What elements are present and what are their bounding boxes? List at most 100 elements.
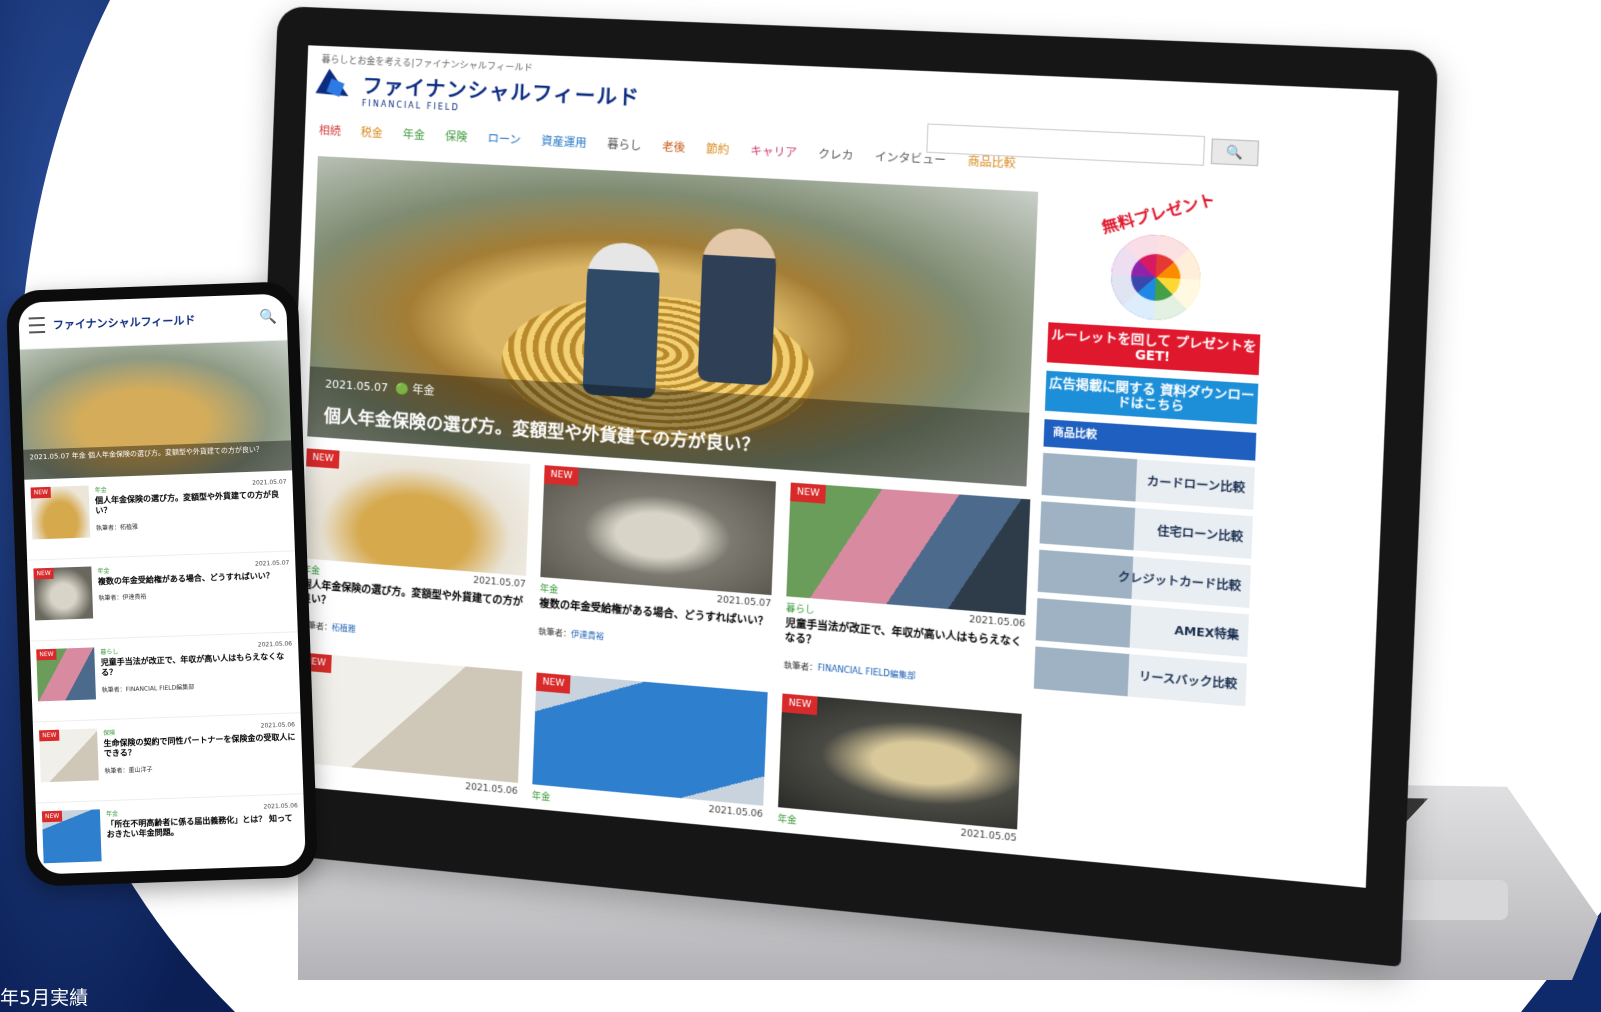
nav-item-living[interactable]: 暮らし xyxy=(607,136,642,154)
article-card-row: NEW 年金 2021.05.07 個人年金保険の選び方。変額型や外貨建ての方が良… xyxy=(299,448,1031,691)
mobile-logo[interactable]: ファイナンシャルフィールド xyxy=(53,310,252,333)
article-category: 年金 xyxy=(539,584,559,596)
article-author: 執筆者：FINANCIAL FIELD編集部 xyxy=(101,683,195,694)
list-item[interactable]: NEW 保険 2021.05.06 生命保険の契約で同性パートナーを保険金の受取人… xyxy=(32,713,304,804)
article-author: 執筆者：柘植雅 xyxy=(299,620,356,634)
article-date: 2021.05.06 xyxy=(708,804,764,821)
article-category: 年金 xyxy=(94,486,107,495)
article-author: 執筆者：FINANCIAL FIELD編集部 xyxy=(783,660,916,681)
phone-mockup: ファイナンシャルフィールド 🔍 2021.05.07 年金 個人年金保険の選び方… xyxy=(5,281,319,887)
article-author: 執筆者：伊達貴裕 xyxy=(538,626,605,641)
article-thumbnail: NEW xyxy=(532,672,768,806)
nav-item-career[interactable]: キャリア xyxy=(750,142,797,161)
search-button[interactable]: 🔍 xyxy=(1210,138,1260,167)
nav-item-interview[interactable]: インタビュー xyxy=(874,148,947,168)
article-thumbnail: NEW xyxy=(540,465,776,596)
article-thumbnail: NEW xyxy=(36,647,96,702)
article-date: 2021.05.06 xyxy=(465,782,518,798)
new-badge: NEW xyxy=(30,486,52,499)
desktop-site-screen: 暮らしとお金を考える|ファイナンシャルフィールド ファイナンシャルフィールド F… xyxy=(280,45,1399,888)
creditcard-compare-button[interactable]: クレジットカード比較 xyxy=(1037,549,1251,609)
article-date: 2021.05.05 xyxy=(960,828,1017,845)
list-item[interactable]: NEW 年金 2021.05.07 複数の年金受給権がある場合、どうすればいい？ … xyxy=(27,551,298,642)
search-icon[interactable]: 🔍 xyxy=(259,309,277,326)
article-category: 年金 xyxy=(531,791,551,804)
new-badge: NEW xyxy=(36,648,57,661)
list-item[interactable]: NEW 年金 2021.05.06 「所在不明高齢者に係る届出義務化」とは？ 知っ… xyxy=(35,794,306,875)
article-date: 2021.05.07 xyxy=(252,478,287,487)
article-date: 2021.05.07 xyxy=(254,559,290,568)
leaseback-compare-button[interactable]: リースバック比較 xyxy=(1033,646,1247,707)
article-category: 年金 xyxy=(105,810,119,819)
nav-item-comparison[interactable]: 商品比較 xyxy=(967,153,1016,172)
sidebar: 無料プレゼント ルーレットを回して プレゼントをGET! 広告掲載に関する 資料… xyxy=(1033,190,1266,707)
nav-item-retirement[interactable]: 老後 xyxy=(662,138,686,156)
list-item[interactable]: NEW 暮らし 2021.05.06 児童手当法が改正で、年収が高い人はもらえなく… xyxy=(29,632,301,723)
hero-date: 2021.05.07 🟢 年金 xyxy=(324,377,435,398)
article-date: 2021.05.06 xyxy=(968,614,1026,630)
nav-item-loan[interactable]: ローン xyxy=(487,130,521,148)
article-author: 執筆者：重山洋子 xyxy=(104,766,153,775)
new-badge: NEW xyxy=(33,567,54,580)
article-title: 個人年金保険の選び方。変額型や外貨建ての方が良い？ xyxy=(94,489,280,516)
article-card[interactable]: NEW 年金 2021.05.06 xyxy=(531,672,768,824)
article-title: 生命保険の契約で同性パートナーを保険金の受取人にできる？ xyxy=(103,732,296,759)
article-date: 2021.05.07 xyxy=(472,575,526,591)
article-title: 児童手当法が改正で、年収が高い人はもらえなくなる？ xyxy=(100,651,285,678)
article-card[interactable]: NEW 年金 2021.05.07 個人年金保険の選び方。変額型や外貨建ての方が良… xyxy=(299,448,531,649)
article-card[interactable]: NEW 年金 2021.05.05 xyxy=(777,693,1022,848)
roulette-wheel-icon[interactable] xyxy=(1109,232,1203,323)
article-author: 執筆者：伊達貴裕 xyxy=(98,593,147,603)
footnote-text: 年5月実績 xyxy=(0,987,89,1009)
nav-item-pension[interactable]: 年金 xyxy=(402,126,426,143)
article-category: 保険 xyxy=(103,729,116,738)
ad-download-banner[interactable]: 広告掲載に関する 資料ダウンロードはこちら xyxy=(1044,370,1259,425)
logo-mark-icon xyxy=(320,70,355,106)
new-badge: NEW xyxy=(535,672,571,694)
article-thumbnail: NEW xyxy=(33,566,94,621)
article-thumbnail: NEW xyxy=(294,652,523,783)
article-card[interactable]: NEW 保険2021.05.06 xyxy=(294,652,523,800)
housingloan-compare-button[interactable]: 住宅ローン比較 xyxy=(1039,501,1253,559)
mobile-hero[interactable]: 2021.05.07 年金 個人年金保険の選び方。変額型や外貨建ての方が良い？ xyxy=(19,340,293,480)
article-category: 暮らし xyxy=(785,603,815,617)
article-card[interactable]: NEW 暮らし 2021.05.06 児童手当法が改正で、年収が高い人はもらえなく… xyxy=(783,482,1031,691)
hero-figure-man xyxy=(697,226,778,386)
laptop-mockup: 暮らしとお金を考える|ファイナンシャルフィールド ファイナンシャルフィールド F… xyxy=(228,0,1601,1012)
hero-title[interactable]: 個人年金保険の選び方。変額型や外貨建ての方が良い？ xyxy=(324,401,760,456)
roulette-banner[interactable]: ルーレットを回して プレゼントをGET! xyxy=(1046,322,1261,376)
article-author: 執筆者：柘植雅 xyxy=(95,523,139,533)
nav-item-inheritance[interactable]: 相続 xyxy=(319,122,341,139)
article-thumbnail: NEW xyxy=(30,485,91,540)
article-date: 2021.05.06 xyxy=(260,721,296,730)
nav-item-creditcard[interactable]: クレカ xyxy=(818,146,854,164)
new-badge: NEW xyxy=(790,482,827,504)
article-date: 2021.05.07 xyxy=(716,595,772,610)
article-category: 年金 xyxy=(97,567,110,576)
nav-item-insurance[interactable]: 保険 xyxy=(445,128,468,145)
new-badge: NEW xyxy=(781,693,818,716)
hero-slider[interactable]: 2021.05.07 🟢 年金 個人年金保険の選び方。変額型や外貨建ての方が良い… xyxy=(307,156,1039,487)
article-title: 「所在不明高齢者に係る届出義務化」とは？ 知っておきたい年金問題。 xyxy=(106,813,293,840)
article-thumbnail: NEW xyxy=(41,809,102,864)
article-date: 2021.05.06 xyxy=(263,802,298,811)
site-logo[interactable]: ファイナンシャルフィールド FINANCIAL FIELD xyxy=(320,68,641,121)
list-item[interactable]: NEW 年金 2021.05.07 個人年金保険の選び方。変額型や外貨建ての方が良… xyxy=(24,470,295,561)
menu-icon[interactable] xyxy=(28,316,46,334)
article-thumbnail: NEW xyxy=(786,482,1031,616)
new-badge: NEW xyxy=(306,448,340,469)
laptop-lid: 暮らしとお金を考える|ファイナンシャルフィールド ファイナンシャルフィールド F… xyxy=(245,6,1439,967)
nav-item-saving[interactable]: 節約 xyxy=(706,140,730,158)
nav-item-investment[interactable]: 資産運用 xyxy=(541,133,587,151)
article-thumbnail: NEW xyxy=(778,693,1022,830)
article-card[interactable]: NEW 年金 2021.05.07 複数の年金受給権がある場合、どうすればいい？ … xyxy=(537,465,776,669)
new-badge: NEW xyxy=(41,810,63,823)
hero-figure-woman xyxy=(582,241,661,399)
article-thumbnail: NEW xyxy=(39,728,99,783)
article-thumbnail: NEW xyxy=(302,448,531,576)
nav-item-tax[interactable]: 税金 xyxy=(360,124,383,141)
cardloan-compare-button[interactable]: カードローン比較 xyxy=(1041,452,1255,510)
new-badge: NEW xyxy=(543,465,579,486)
article-category: 暮らし xyxy=(100,648,119,657)
article-date: 2021.05.06 xyxy=(257,640,293,649)
